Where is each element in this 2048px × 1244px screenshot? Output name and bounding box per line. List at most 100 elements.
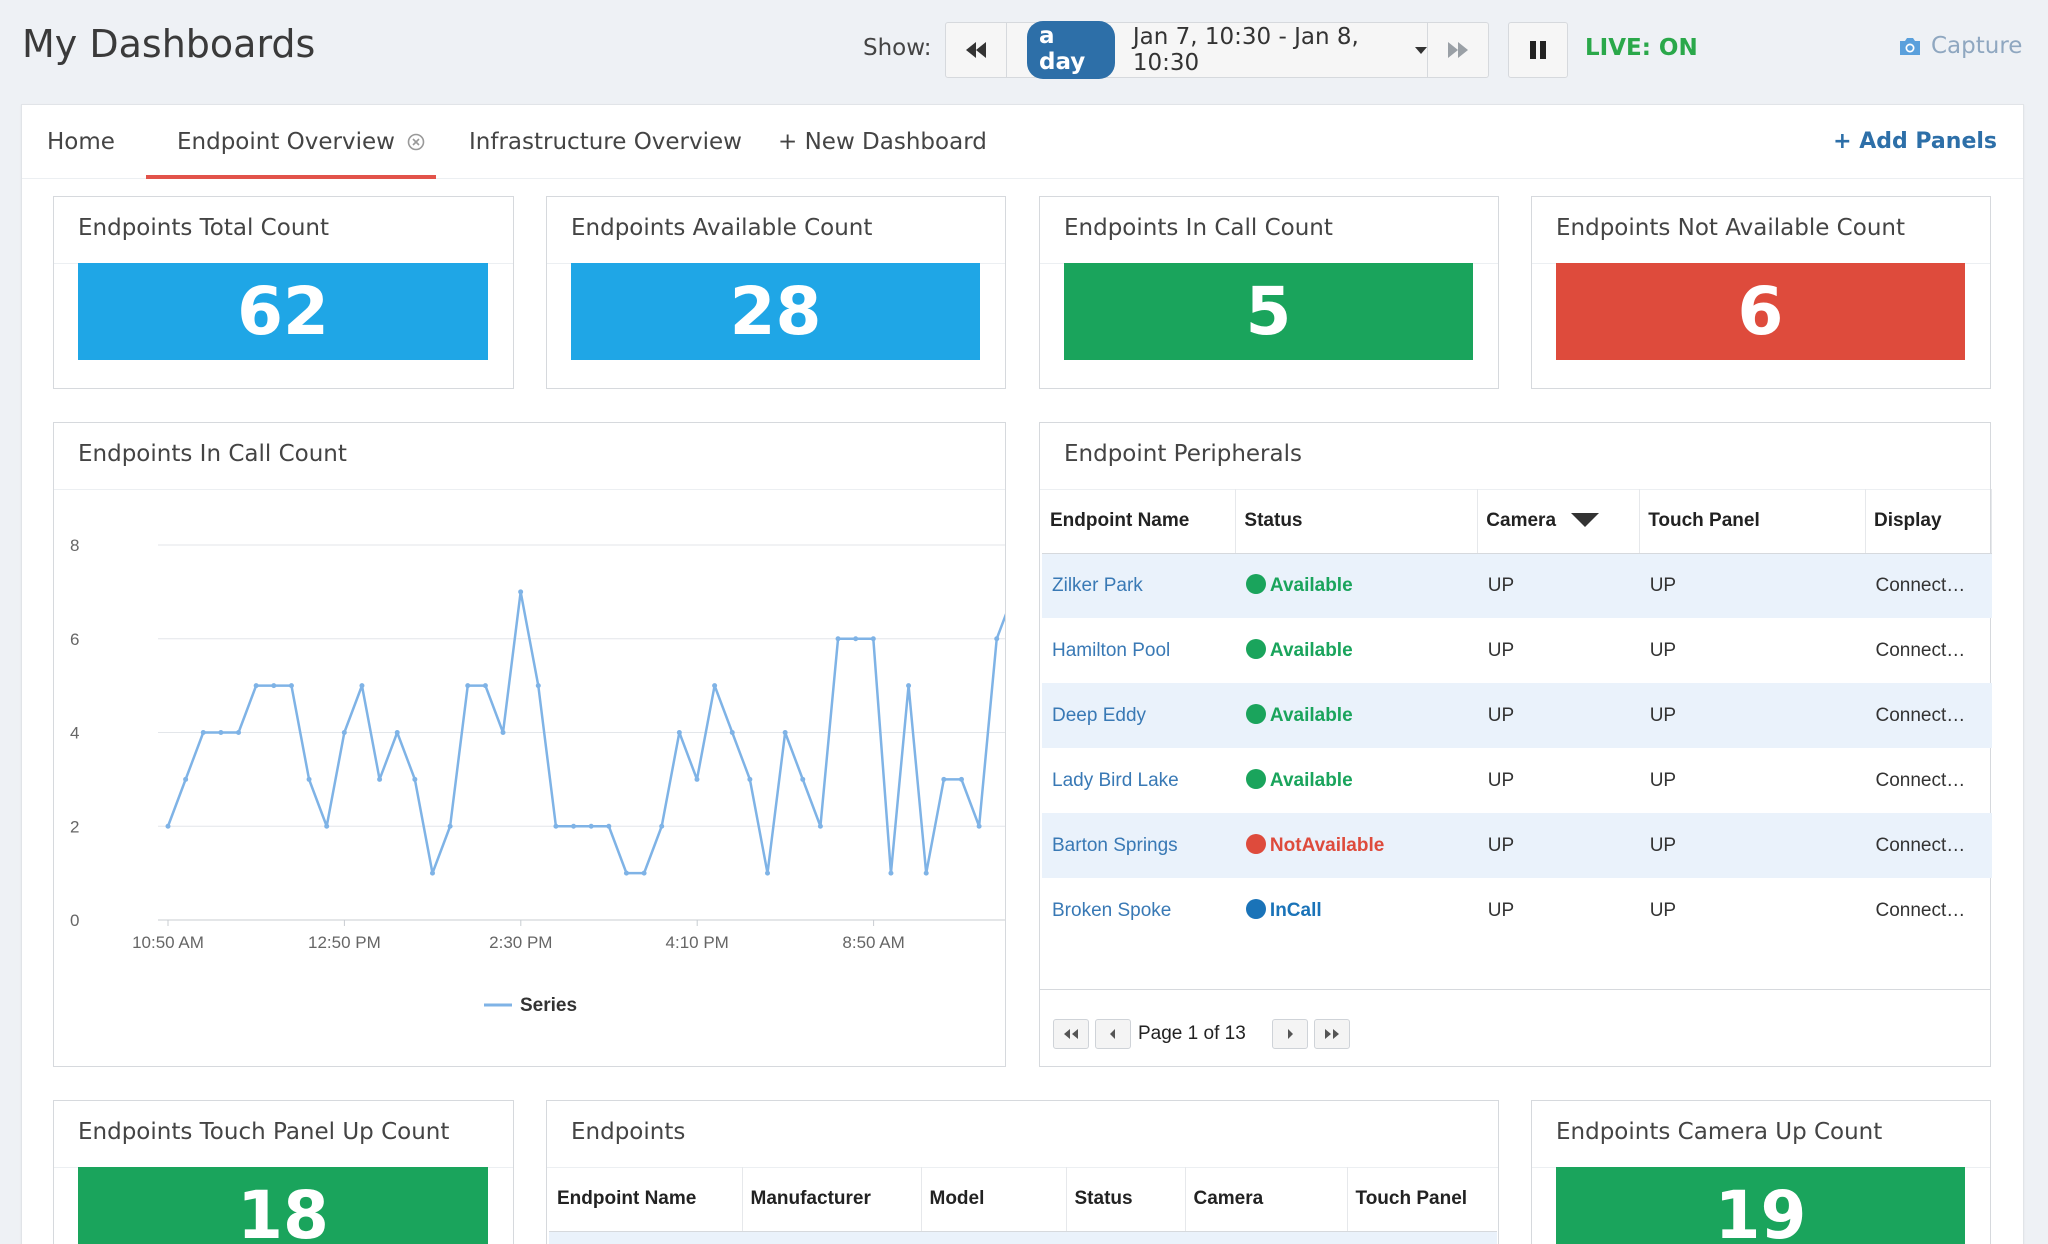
endpoint-name-link[interactable]: Lady Bird Lake	[1042, 748, 1236, 813]
column-header-endpoint-name[interactable]: Endpoint Name	[549, 1167, 743, 1232]
add-panels-button[interactable]: + Add Panels	[1833, 129, 1997, 154]
data-point	[659, 823, 665, 829]
fast-forward-button[interactable]	[1427, 22, 1489, 78]
data-point	[694, 776, 700, 782]
x-tick-label: 2:30 PM	[489, 933, 552, 952]
endpoint-name-link[interactable]: Zilker Park	[1042, 553, 1236, 618]
data-point	[482, 683, 488, 689]
x-tick-label: 10:50 AM	[132, 933, 204, 952]
column-header-endpoint-name[interactable]: Endpoint Name	[1042, 489, 1237, 554]
column-header-manufacturer[interactable]: Manufacturer	[742, 1167, 922, 1232]
pager: Page 1 of 13	[1040, 989, 1990, 1065]
status-text: Available	[1269, 705, 1353, 726]
column-header-camera[interactable]: Camera	[1185, 1167, 1348, 1232]
column-header-display[interactable]: Display	[1865, 489, 1993, 554]
panel-title: Endpoints In Call Count	[1064, 215, 1333, 241]
display-cell: Connect…	[1875, 639, 1966, 661]
stat-value: 6	[1556, 263, 1965, 360]
data-point	[729, 730, 735, 735]
endpoints-table: Endpoint Name Manufacturer Model Status …	[549, 1167, 1497, 1244]
capture-label: Capture	[1931, 33, 2023, 59]
table-row[interactable]: Zilker Park Available UP UP Connect…	[1042, 553, 1992, 618]
rewind-icon	[966, 42, 986, 58]
y-tick-label: 2	[70, 817, 79, 836]
tab-home[interactable]: Home	[47, 129, 115, 155]
x-tick-label: 12:50 PM	[308, 933, 381, 952]
column-header-touch-panel[interactable]: Touch Panel	[1347, 1167, 1497, 1232]
table-row[interactable]	[549, 1231, 1497, 1244]
column-header-status[interactable]: Status	[1066, 1167, 1186, 1232]
data-point	[923, 870, 929, 876]
pause-button[interactable]	[1508, 22, 1568, 78]
peripherals-table: Endpoint Name Status Camera Touch Panel …	[1042, 489, 1993, 943]
table-row[interactable]: Deep Eddy Available UP UP Connect…	[1042, 683, 1992, 748]
column-header-touch-panel[interactable]: Touch Panel	[1639, 489, 1866, 554]
line-chart: 0 2 4 6 8 10:50 AM 12:50 PM 2:30 PM 4:10 PM 8:50 …	[70, 536, 1005, 1016]
status-cell: InCall	[1236, 878, 1478, 943]
column-header-camera[interactable]: Camera	[1477, 489, 1641, 554]
y-tick-label: 8	[70, 536, 79, 555]
data-point	[288, 683, 294, 689]
data-point	[994, 636, 1000, 642]
endpoint-name-link[interactable]: Broken Spoke	[1042, 878, 1236, 943]
panel-title: Endpoints	[571, 1119, 686, 1145]
data-point	[271, 683, 277, 689]
panel-title: Endpoints Touch Panel Up Count	[78, 1119, 450, 1145]
camera-cell: UP	[1487, 639, 1515, 661]
stat-value: 62	[78, 263, 488, 360]
tab-label: Endpoint Overview	[177, 129, 395, 155]
data-point	[465, 683, 471, 689]
endpoint-name-link[interactable]: Barton Springs	[1042, 813, 1236, 878]
endpoint-name-link[interactable]: Hamilton Pool	[1042, 618, 1236, 683]
tab-infrastructure-overview[interactable]: Infrastructure Overview	[469, 129, 742, 155]
panel-title: Endpoints In Call Count	[78, 441, 347, 467]
first-page-button[interactable]	[1053, 1019, 1089, 1049]
data-point	[853, 636, 859, 642]
table-row[interactable]: Barton Springs NotAvailable UP UP Connect…	[1042, 813, 1992, 878]
capture-button[interactable]: Capture	[1897, 33, 2022, 59]
data-point	[676, 730, 682, 735]
data-point	[835, 636, 841, 642]
tab-endpoint-overview[interactable]: Endpoint Overview	[177, 129, 425, 155]
status-dot-icon	[1245, 574, 1266, 595]
tab-bar: Home Endpoint Overview Infrastructure Ov…	[22, 105, 2023, 179]
tab-new-dashboard[interactable]: + New Dashboard	[778, 129, 987, 155]
column-header-status[interactable]: Status	[1235, 489, 1479, 554]
table-row[interactable]: Lady Bird Lake Available UP UP Connect…	[1042, 748, 1992, 813]
status-cell: NotAvailable	[1235, 813, 1478, 878]
stat-value: 18	[78, 1167, 488, 1244]
stat-panel-available: Endpoints Available Count 28	[546, 196, 1006, 389]
display-cell: Connect…	[1875, 769, 1966, 791]
stat-panel-notavailable: Endpoints Not Available Count 6	[1531, 196, 1991, 389]
show-label: Show:	[863, 35, 932, 61]
range-pill: a day	[1027, 21, 1115, 79]
touch-panel-cell: UP	[1649, 899, 1677, 921]
status-cell: Available	[1236, 618, 1478, 683]
last-page-button[interactable]	[1314, 1019, 1350, 1049]
close-icon[interactable]	[407, 133, 425, 151]
active-tab-indicator	[146, 175, 436, 179]
time-range-selector[interactable]: a day Jan 7, 10:30 - Jan 8, 10:30	[1007, 21, 1427, 79]
data-point	[906, 683, 912, 689]
endpoint-name-link[interactable]: Deep Eddy	[1042, 683, 1236, 748]
data-point	[500, 730, 506, 735]
data-point	[958, 776, 964, 782]
camera-cell: UP	[1487, 899, 1515, 921]
data-point	[800, 776, 806, 782]
table-row[interactable]: Hamilton Pool Available UP UP Connect…	[1042, 618, 1992, 683]
column-header-label: Camera	[1486, 509, 1557, 531]
data-point	[306, 776, 312, 782]
data-point	[183, 776, 189, 782]
data-point	[747, 776, 753, 782]
next-page-button[interactable]	[1272, 1019, 1308, 1049]
stat-panel-touchpanel: Endpoints Touch Panel Up Count 18	[53, 1100, 514, 1244]
data-point	[976, 823, 982, 829]
data-point	[341, 730, 347, 735]
panel-title: Endpoint Peripherals	[1064, 441, 1302, 467]
column-header-model[interactable]: Model	[921, 1167, 1067, 1232]
pause-icon	[1530, 41, 1546, 59]
table-row[interactable]: Broken Spoke InCall UP UP Connect…	[1042, 878, 1992, 943]
prev-page-button[interactable]	[1095, 1019, 1131, 1049]
rewind-button[interactable]	[945, 22, 1007, 78]
status-text: Available	[1269, 770, 1353, 791]
